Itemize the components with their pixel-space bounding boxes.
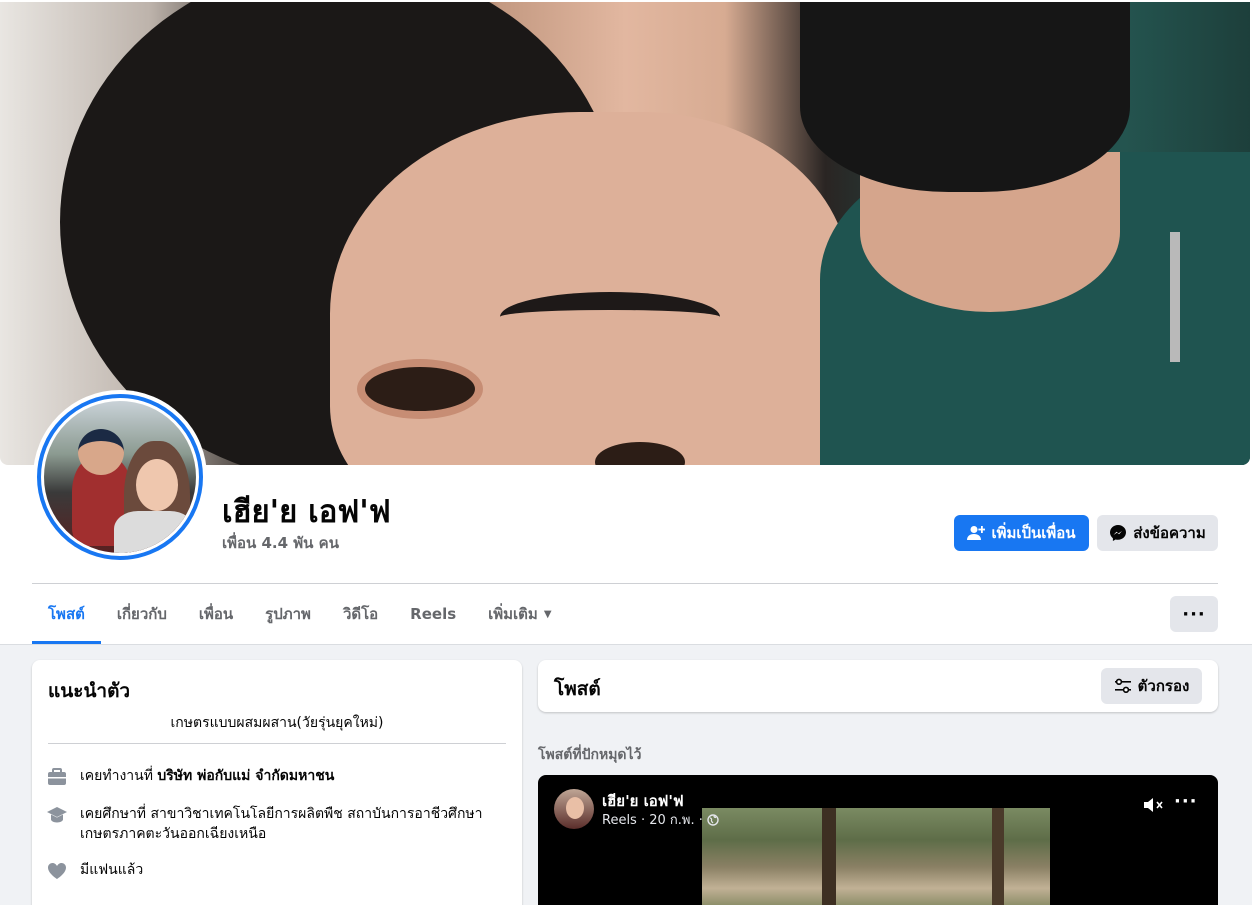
filter-sliders-icon [1114, 678, 1131, 693]
tab-videos[interactable]: วิดีโอ [327, 584, 394, 644]
filter-label: ตัวกรอง [1137, 677, 1190, 695]
speaker-muted-icon [1144, 798, 1163, 812]
intro-title: แนะนำตัว [48, 680, 131, 702]
education-info: เคยศึกษาที่ สาขาวิชาเทคโนโลยีการผลิตพืช … [46, 804, 483, 844]
friend-count[interactable]: เพื่อน 4.4 พัน คน [222, 531, 339, 555]
more-dots-icon: ··· [1182, 603, 1206, 625]
post-options-button[interactable]: ··· [1174, 791, 1198, 812]
tab-about[interactable]: เกี่ยวกับ [101, 584, 183, 644]
message-label: ส่งข้อความ [1133, 524, 1206, 542]
messenger-icon [1110, 525, 1127, 541]
relationship-info: มีแฟนแล้ว [46, 860, 143, 882]
caret-down-icon: ▼ [543, 608, 552, 620]
message-button[interactable]: ส่งข้อความ [1097, 515, 1218, 551]
tab-photos[interactable]: รูปภาพ [249, 584, 327, 644]
graduation-cap-icon [46, 804, 68, 826]
tab-posts[interactable]: โพสต์ [32, 584, 101, 644]
add-friend-button[interactable]: เพิ่มเป็นเพื่อน [954, 515, 1089, 551]
add-friend-label: เพิ่มเป็นเพื่อน [991, 524, 1076, 542]
more-options-button[interactable]: ··· [1170, 596, 1218, 632]
profile-name: เฮีย'ย เอฟ'ฟ [222, 494, 391, 530]
post-meta-text[interactable]: Reels · 20 ก.พ. · [602, 809, 703, 830]
profile-avatar[interactable] [33, 390, 207, 564]
tab-more[interactable]: เพิ่มเติม ▼ [472, 584, 567, 644]
education-line-2: เกษตรภาคตะวันออกเฉียงเหนือ [80, 826, 267, 842]
intro-divider [48, 743, 506, 744]
tab-more-label: เพิ่มเติม [488, 605, 538, 623]
profile-tabs: โพสต์ เกี่ยวกับ เพื่อน รูปภาพ วิดีโอ Ree… [32, 584, 568, 644]
tab-reels[interactable]: Reels [394, 584, 472, 644]
heart-icon [46, 860, 68, 882]
tab-friends[interactable]: เพื่อน [183, 584, 249, 644]
more-dots-icon: ··· [1174, 791, 1198, 812]
intro-card: แนะนำตัว เกษตรแบบผสมผสาน(วัยรุ่นยุคใหม่)… [32, 660, 522, 905]
mute-button[interactable] [1142, 795, 1166, 819]
posts-header-card: โพสต์ ตัวกรอง [538, 660, 1218, 712]
cover-photo[interactable] [0, 2, 1250, 465]
intro-bio: เกษตรแบบผสมผสาน(วัยรุ่นยุคใหม่) [170, 715, 384, 731]
education-line-1: เคยศึกษาที่ สาขาวิชาเทคโนโลยีการผลิตพืช … [80, 806, 483, 822]
work-info: เคยทำงานที่ บริษัท พ่อกับแม่ จำกัดมหาชน [46, 766, 334, 788]
work-place-link[interactable]: บริษัท พ่อกับแม่ จำกัดมหาชน [157, 768, 334, 784]
briefcase-icon [46, 766, 68, 788]
work-prefix: เคยทำงานที่ [80, 768, 158, 784]
filter-button[interactable]: ตัวกรอง [1101, 668, 1202, 704]
post-meta: Reels · 20 ก.พ. · [602, 809, 719, 830]
globe-icon [707, 813, 719, 826]
profile-header: เฮีย'ย เอฟ'ฟ เพื่อน 4.4 พัน คน เพิ่มเป็น… [0, 0, 1252, 645]
header-bottom-border [0, 644, 1252, 645]
reel-video[interactable] [702, 808, 1050, 905]
pinned-posts-label: โพสต์ที่ปักหมุดไว้ [538, 747, 642, 763]
pinned-reel-post[interactable]: เฮีย'ย เอฟ'ฟ Reels · 20 ก.พ. · ··· [538, 775, 1218, 905]
posts-title: โพสต์ [554, 678, 601, 700]
add-friend-icon [967, 526, 986, 540]
relationship-status: มีแฟนแล้ว [80, 862, 144, 878]
post-author-avatar[interactable] [554, 789, 594, 829]
